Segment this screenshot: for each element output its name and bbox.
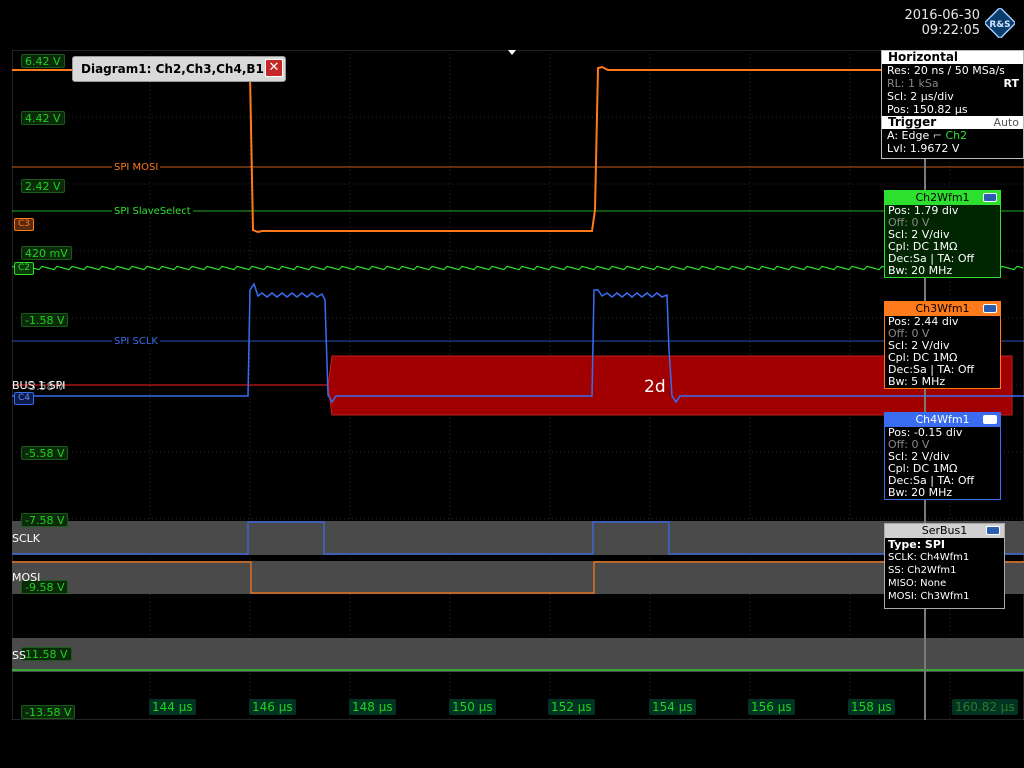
ch3-marker[interactable]: C3 — [14, 218, 35, 231]
ch3-info-panel[interactable]: Ch3Wfm1 Pos: 2.44 div Off: 0 V Scl: 2 V/… — [884, 301, 1001, 389]
x-axis-label: 160.82 µs — [952, 699, 1018, 715]
bus-row-label-sclk: SCLK — [12, 532, 41, 545]
trigger-level: Lvl: 1.9672 V — [887, 142, 960, 155]
rs-logo-icon: R&S — [985, 8, 1015, 38]
ch4-panel-header: Ch4Wfm1 — [885, 413, 1000, 427]
diagram-tab[interactable]: Diagram1: Ch2,Ch3,Ch4,B1 — [72, 56, 286, 82]
waveform-grid[interactable]: 2d — [12, 50, 1024, 720]
signal-label-mosi: SPI MOSI — [112, 162, 161, 174]
bus-frame-value: 2d — [644, 377, 666, 397]
horizontal-trigger-panel[interactable]: Horizontal Res: 20 ns / 50 MSa/s RL: 1 k… — [881, 50, 1024, 159]
serbus-miso-source: MISO: None — [888, 578, 947, 589]
serbus-panel-toggle-icon[interactable] — [986, 526, 1000, 535]
ch4-info-panel[interactable]: Ch4Wfm1 Pos: -0.15 div Off: 0 V Scl: 2 V… — [884, 412, 1001, 500]
time-text: 09:22:05 — [921, 23, 980, 38]
signal-label-slaveselect: SPI SlaveSelect — [112, 206, 193, 218]
ch2-panel-header: Ch2Wfm1 — [885, 191, 1000, 205]
x-axis-label: 146 µs — [249, 699, 296, 715]
ch4-marker[interactable]: C4 — [14, 392, 35, 405]
sclk-bus-row — [12, 521, 1024, 555]
ss-bus-row — [12, 638, 1024, 672]
date-text: 2016-06-30 — [904, 8, 980, 23]
y-axis-label: 4.42 V — [21, 111, 65, 125]
x-axis-label: 156 µs — [748, 699, 795, 715]
edge-rising-icon: ⌐ — [932, 129, 942, 142]
ch2-marker[interactable]: C2 — [14, 262, 35, 275]
ch4-bandwidth: Bw: 20 MHz — [888, 486, 953, 499]
bus-row-label-mosi: MOSI — [12, 571, 41, 584]
top-status-bar: 2016-06-30 09:22:05 R&S — [0, 0, 1024, 48]
y-axis-label: 420 mV — [21, 246, 72, 260]
ch2-info-panel[interactable]: Ch2Wfm1 Pos: 1.79 div Off: 0 V Scl: 2 V/… — [884, 190, 1001, 278]
bus-row-label-ss: SS — [12, 649, 26, 662]
realtime-indicator: RT — [1003, 77, 1019, 90]
trigger-title: Trigger Auto — [882, 116, 1023, 129]
signal-label-sclk: SPI SCLK — [112, 336, 160, 348]
horizontal-record-length: RL: 1 kSa RT — [887, 77, 1019, 90]
y-axis-label: -5.58 V — [21, 446, 69, 460]
x-axis-label: 150 µs — [449, 699, 496, 715]
ch2-bandwidth: Bw: 20 MHz — [888, 264, 953, 277]
logo-text: R&S — [989, 20, 1010, 30]
y-axis-label: 11.58 V — [21, 647, 72, 661]
trigger-mode: Auto — [993, 116, 1019, 129]
ch3-panel-toggle-icon[interactable] — [983, 304, 997, 313]
x-axis-label: 144 µs — [149, 699, 196, 715]
serbus-sclk-source: SCLK: Ch4Wfm1 — [888, 552, 970, 563]
date-time-display: 2016-06-30 09:22:05 — [880, 8, 980, 38]
x-axis-label: 154 µs — [649, 699, 696, 715]
ch3-bandwidth: Bw: 5 MHz — [888, 375, 946, 388]
horizontal-title: Horizontal — [882, 51, 1023, 64]
serbus-info-panel[interactable]: SerBus1 Type: SPI SCLK: Ch4Wfm1 SS: Ch2W… — [884, 523, 1005, 609]
trigger-source: A: Edge ⌐ Ch2 — [887, 129, 968, 142]
serbus-type: Type: SPI — [888, 538, 946, 551]
diagram-close-button[interactable]: ✕ — [265, 59, 283, 77]
trigger-channel: Ch2 — [945, 129, 968, 142]
y-axis-label: -1.58 V — [21, 313, 69, 327]
y-axis-label: 6.42 V — [21, 54, 65, 68]
serbus-mosi-source: MOSI: Ch3Wfm1 — [888, 591, 970, 602]
y-axis-label: -13.58 V — [21, 705, 76, 719]
horizontal-resolution: Res: 20 ns / 50 MSa/s — [887, 64, 1005, 77]
serbus-ss-source: SS: Ch2Wfm1 — [888, 565, 957, 576]
serbus-panel-header: SerBus1 — [885, 524, 1004, 538]
y-axis-label: 2.42 V — [21, 179, 65, 193]
ch2-panel-toggle-icon[interactable] — [983, 193, 997, 202]
x-axis-label: 152 µs — [548, 699, 595, 715]
bus1-marker[interactable]: BUS 1 SPI — [12, 379, 65, 392]
diagram-title: Diagram1: Ch2,Ch3,Ch4,B1 — [81, 62, 264, 76]
horizontal-scale: Scl: 2 µs/div — [887, 90, 954, 103]
mosi-bus-row — [12, 561, 1024, 594]
ch4-panel-toggle-icon[interactable] — [983, 415, 997, 424]
x-axis-label: 158 µs — [848, 699, 895, 715]
ch3-panel-header: Ch3Wfm1 — [885, 302, 1000, 316]
x-axis-label: 148 µs — [349, 699, 396, 715]
y-axis-label: -7.58 V — [21, 513, 69, 527]
